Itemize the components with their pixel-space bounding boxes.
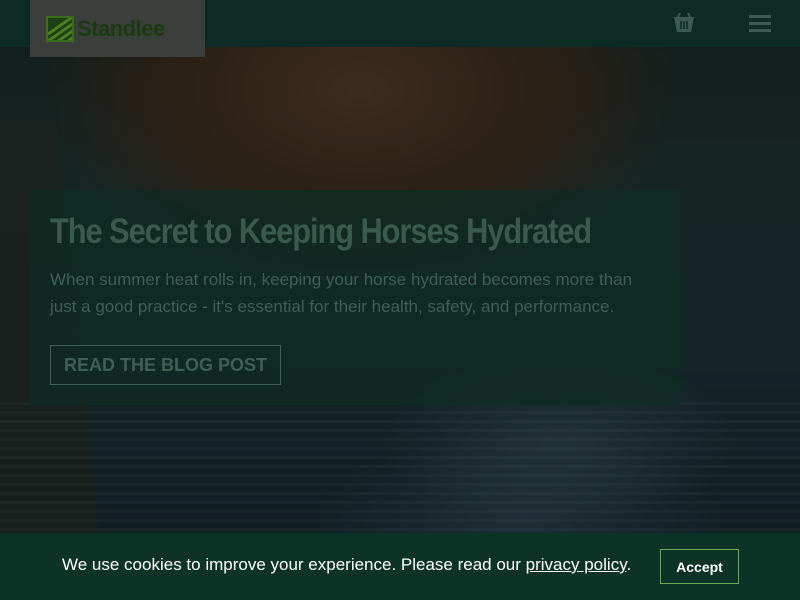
privacy-policy-link[interactable]: privacy policy [526,555,627,574]
promo-title: The Secret to Keeping Horses Hydrated [50,212,592,251]
logo-text: Standlee [77,15,165,41]
site-header: Standlee [0,0,800,57]
basket-icon[interactable] [673,12,695,33]
cookie-text-before: We use cookies to improve your experienc… [62,555,526,574]
standlee-logo-mark-icon [46,15,74,42]
accept-cookies-button[interactable]: Accept [660,549,739,584]
cookie-text-after: . [626,555,632,574]
read-blog-post-button[interactable]: READ THE BLOG POST [50,345,281,385]
hamburger-menu-icon[interactable] [749,15,771,32]
blog-promo-card: The Secret to Keeping Horses Hydrated Wh… [30,190,680,405]
cookie-banner: We use cookies to improve your experienc… [0,533,800,600]
cookie-message: We use cookies to improve your experienc… [62,555,631,575]
logo-link[interactable]: Standlee [30,0,205,57]
promo-description: When summer heat rolls in, keeping your … [50,270,633,316]
